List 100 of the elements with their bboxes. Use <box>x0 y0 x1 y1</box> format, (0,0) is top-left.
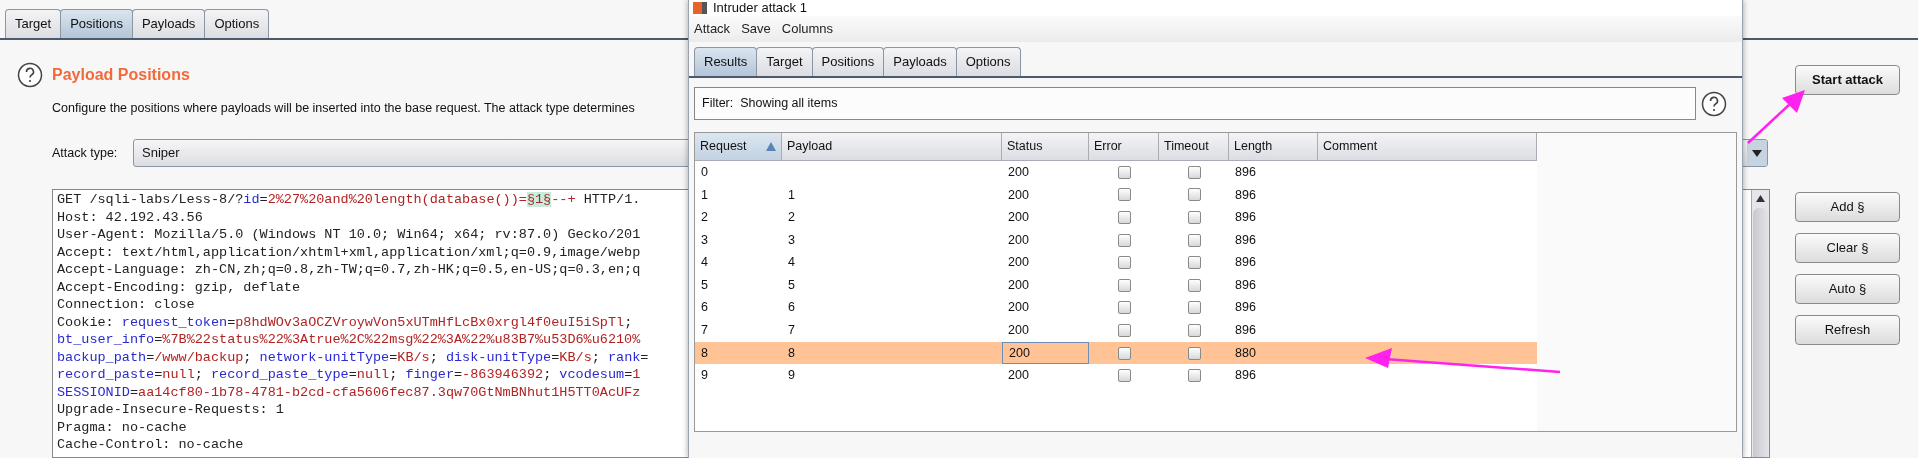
table-cell-text: 200 <box>1007 254 1030 272</box>
attack-type-label: Attack type: <box>52 144 119 162</box>
checkbox[interactable] <box>1117 188 1131 202</box>
checkbox[interactable] <box>1187 188 1201 202</box>
checkbox[interactable] <box>1187 256 1201 270</box>
tab[interactable]: Positions <box>60 9 133 38</box>
request-line: SESSIONID=aa14cf80-1b78-4781-b2cd-cfa5606fec87.3qw70GtNmBNhut1H5TT0AcUFz <box>57 383 641 401</box>
filter-bar[interactable]: Filter: Showing all items <box>694 87 1696 120</box>
request-line: Accept-Encoding: gzip, deflate <box>57 278 301 296</box>
column-header[interactable]: Error <box>1089 133 1159 161</box>
checkbox[interactable] <box>1187 278 1201 292</box>
tab[interactable]: Options <box>955 47 1021 76</box>
tab[interactable]: Target <box>5 9 62 38</box>
help-icon[interactable] <box>1701 90 1727 117</box>
table-cell: 7 <box>788 323 795 338</box>
request-line: Cookie: request_token=p8hdWOv3aOCZVroywVon5xUTmHfLcBx0xrgl4f0euI5iSpTl; <box>57 313 633 331</box>
scrollbar[interactable] <box>1751 190 1769 457</box>
sort-ascending-icon <box>766 142 776 151</box>
request-line: bt_user_info=%7B%22status%22%3Atrue%2C%22msg%22%3A%22%u83B7%u53D6%u6210% <box>57 331 641 349</box>
table-cell-text: 896 <box>1234 299 1257 317</box>
request-line: Cache-Control: no-cache <box>57 436 244 454</box>
request-line: Connection: close <box>57 296 195 314</box>
position-button[interactable]: Refresh <box>1795 315 1900 345</box>
checkbox[interactable] <box>1187 211 1201 224</box>
request-line: Upgrade-Insecure-Requests: 1 <box>57 401 284 419</box>
tab[interactable]: Results <box>694 47 758 76</box>
help-icon[interactable] <box>17 62 43 88</box>
table-cell-text: 2 <box>700 209 709 227</box>
table-cell: 3 <box>788 232 795 247</box>
table-cell: 9 <box>788 368 795 383</box>
position-button[interactable]: Clear § <box>1795 233 1900 263</box>
request-line: Accept: text/html,application/xhtml+xml,application/xml;q=0.9,image/webp <box>57 243 641 261</box>
table-cell-text: 9 <box>700 367 709 385</box>
table-cell-text: 200 <box>1007 209 1030 227</box>
checkbox[interactable] <box>1117 233 1131 247</box>
checkbox[interactable] <box>1117 256 1131 270</box>
table-cell-text: 8 <box>700 344 709 362</box>
position-button[interactable]: Auto § <box>1795 274 1900 304</box>
checkbox[interactable] <box>1117 278 1131 292</box>
checkbox[interactable] <box>1187 165 1201 179</box>
table-cell: 8 <box>788 345 795 360</box>
table-cell-text: 200 <box>1007 163 1030 181</box>
table-cell-text: 1 <box>700 186 709 204</box>
table-cell-text: 200 <box>1007 322 1030 340</box>
position-button[interactable]: Add § <box>1795 192 1900 222</box>
checkbox[interactable] <box>1117 323 1131 337</box>
checkbox[interactable] <box>1117 165 1131 179</box>
column-header[interactable]: Status <box>1002 133 1089 161</box>
checkbox[interactable] <box>1117 346 1131 360</box>
request-line: User-Agent: Mozilla/5.0 (Windows NT 10.0; Win64; x64; rv:87.0) Gecko/201 <box>57 226 641 244</box>
checkbox[interactable] <box>1187 369 1201 383</box>
table-cell-text: 7 <box>700 322 709 340</box>
dropdown-caret-icon[interactable] <box>1747 140 1767 166</box>
table-cell: 5 <box>788 277 795 292</box>
column-header[interactable]: Payload <box>782 133 1002 161</box>
request-line: Pragma: no-cache <box>57 418 187 436</box>
section-title: Payload Positions <box>52 65 190 85</box>
request-line: Host: 42.192.43.56 <box>57 208 203 226</box>
column-header[interactable]: Comment <box>1318 133 1537 161</box>
checkbox[interactable] <box>1187 233 1201 247</box>
checkbox[interactable] <box>1117 301 1131 315</box>
tab[interactable]: Options <box>204 9 270 38</box>
request-line: GET /sqli-labs/Less-8/?id=2%27%20and%20length(database())=§1§--+ HTTP/1. <box>57 191 641 209</box>
tab[interactable]: Target <box>756 47 813 76</box>
table-cell-text: 200 <box>1007 231 1030 249</box>
table-cell-text: 896 <box>1234 186 1257 204</box>
menu-item[interactable]: Save <box>741 19 771 39</box>
tab[interactable]: Payloads <box>131 9 206 38</box>
checkbox[interactable] <box>1187 346 1201 360</box>
table-cell-text: 5 <box>700 276 709 294</box>
column-header[interactable]: Length <box>1229 133 1318 161</box>
section-description: Configure the positions where payloads will be inserted into the base request. The attack type determines <box>52 99 635 117</box>
menu-item[interactable]: Columns <box>781 19 834 39</box>
tab[interactable]: Positions <box>811 47 885 76</box>
table-cell-text: 896 <box>1234 367 1257 385</box>
annotation-arrow <box>1747 90 1805 144</box>
checkbox[interactable] <box>1117 211 1131 224</box>
window-title: Intruder attack 1 <box>713 0 807 16</box>
table-cell: 1 <box>788 187 795 202</box>
checkbox[interactable] <box>1117 369 1131 383</box>
start-attack-button[interactable]: Start attack <box>1795 65 1900 95</box>
table-cell-text: 200 <box>1007 186 1030 204</box>
table-cell: 4 <box>788 255 795 270</box>
table-cell: 6 <box>788 300 795 315</box>
checkbox[interactable] <box>1187 301 1201 315</box>
checkbox[interactable] <box>1187 323 1201 337</box>
table-cell-text: 3 <box>700 231 709 249</box>
tab[interactable]: Payloads <box>883 47 957 76</box>
table-cell-text: 6 <box>700 299 709 317</box>
request-line: Accept-Language: zh-CN,zh;q=0.8,zh-TW;q=0.7,zh-HK;q=0.5,en-US;q=0.3,en;q <box>57 261 641 279</box>
app-logo-icon <box>693 2 707 14</box>
menu-item[interactable]: Attack <box>694 19 731 39</box>
request-line: backup_path=/www/backup; network-unitType=KB/s; disk-unitType=KB/s; rank= <box>57 348 649 366</box>
table-cell-text: 896 <box>1234 209 1257 227</box>
column-header[interactable]: Timeout <box>1159 133 1229 161</box>
table-cell-text: 0 <box>700 163 709 181</box>
table-cell-text: 200 <box>1007 276 1030 294</box>
column-header[interactable]: Request <box>695 133 782 161</box>
request-line: record_paste=null; record_paste_type=null; finger=-863946392; vcodesum=1 <box>57 366 641 384</box>
table-cell-text: 896 <box>1234 322 1257 340</box>
